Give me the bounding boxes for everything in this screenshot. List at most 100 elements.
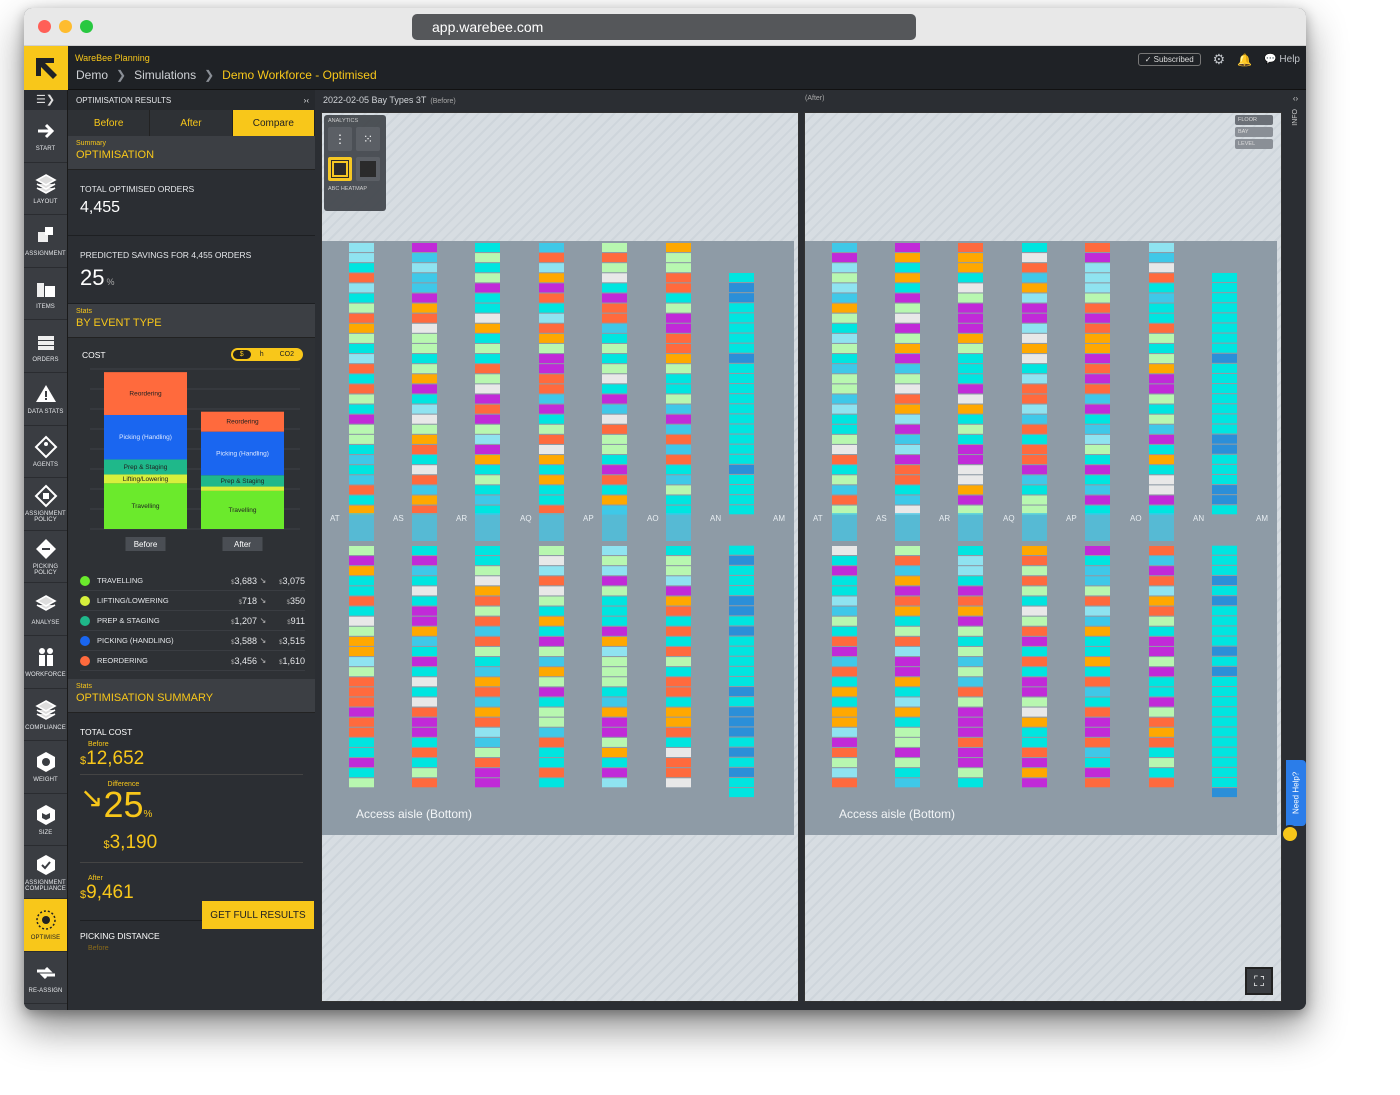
bay-cell[interactable] xyxy=(1022,434,1047,444)
bay-cell[interactable] xyxy=(1149,707,1174,717)
bay-cell[interactable] xyxy=(832,364,857,374)
bay-cell[interactable] xyxy=(832,768,857,778)
bay-cell[interactable] xyxy=(539,374,564,384)
bay-cell[interactable] xyxy=(729,303,754,313)
bay-cell[interactable] xyxy=(1149,596,1174,606)
bay-cell[interactable] xyxy=(1149,323,1174,333)
bay-cell[interactable] xyxy=(475,697,500,707)
bay-cell[interactable] xyxy=(412,424,437,434)
bay-cell[interactable] xyxy=(475,758,500,768)
bay-cell[interactable] xyxy=(349,616,374,626)
maximize-window-button[interactable] xyxy=(80,20,93,33)
bay-cell[interactable] xyxy=(539,394,564,404)
bay-cell[interactable] xyxy=(1085,283,1110,293)
bay-cell[interactable] xyxy=(895,626,920,636)
bay-cell[interactable] xyxy=(1149,485,1174,495)
rail-item-data-stats[interactable]: DATA STATS xyxy=(24,373,67,426)
bay-cell[interactable] xyxy=(1149,475,1174,485)
bay-cell[interactable] xyxy=(412,758,437,768)
bay-cell[interactable] xyxy=(475,586,500,596)
bay-cell[interactable] xyxy=(1212,636,1237,646)
bay-cell[interactable] xyxy=(1085,556,1110,566)
bay-cell[interactable] xyxy=(475,344,500,353)
bay-cell[interactable] xyxy=(895,606,920,616)
bay-cell[interactable] xyxy=(1149,364,1174,374)
bay-cell[interactable] xyxy=(729,646,754,656)
bay-cell[interactable] xyxy=(729,424,754,434)
bay-cell[interactable] xyxy=(1149,374,1174,384)
bay-cell[interactable] xyxy=(475,616,500,626)
bay-cell[interactable] xyxy=(895,566,920,576)
help-button[interactable]: 💬 Help xyxy=(1264,54,1300,65)
bay-cell[interactable] xyxy=(1085,293,1110,303)
bay-cell[interactable] xyxy=(1149,717,1174,727)
bay-cell[interactable] xyxy=(895,243,920,252)
bay-cell[interactable] xyxy=(1085,313,1110,323)
bay-cell[interactable] xyxy=(539,495,564,505)
bay-cell[interactable] xyxy=(602,253,627,263)
bay-cell[interactable] xyxy=(1149,616,1174,626)
bay-cell[interactable] xyxy=(832,475,857,485)
bay-cell[interactable] xyxy=(1085,606,1110,616)
rail-item-size[interactable]: SIZE xyxy=(24,794,67,847)
bay-cell[interactable] xyxy=(349,596,374,606)
bay-cell[interactable] xyxy=(666,566,691,576)
bay-cell[interactable] xyxy=(895,475,920,485)
bay-cell[interactable] xyxy=(729,576,754,585)
bay-cell[interactable] xyxy=(539,657,564,667)
bay-cell[interactable] xyxy=(1022,364,1047,374)
bay-cell[interactable] xyxy=(412,465,437,475)
bay-cell[interactable] xyxy=(1022,717,1047,727)
tab-after[interactable]: After xyxy=(150,110,233,136)
bay-cell[interactable] xyxy=(412,586,437,596)
bay-cell[interactable] xyxy=(349,768,374,778)
rail-item-optimise[interactable]: OPTIMISE xyxy=(24,898,67,952)
bay-cell[interactable] xyxy=(1212,565,1237,575)
bay-cell[interactable] xyxy=(1149,667,1174,677)
bay-cell[interactable] xyxy=(1212,495,1237,505)
bay-cell[interactable] xyxy=(1212,485,1237,495)
bay-cell[interactable] xyxy=(958,434,983,444)
bay-cell[interactable] xyxy=(349,283,374,293)
bay-cell[interactable] xyxy=(349,354,374,364)
bay-cell[interactable] xyxy=(1022,384,1047,394)
bay-cell[interactable] xyxy=(1085,263,1110,273)
bay-cell[interactable] xyxy=(666,293,691,303)
bay-cell[interactable] xyxy=(832,384,857,394)
bay-cell[interactable] xyxy=(958,778,983,788)
bay-cell[interactable] xyxy=(958,333,983,343)
menu-toggle-icon[interactable]: ☰❯ xyxy=(24,90,67,110)
bay-cell[interactable] xyxy=(349,243,374,252)
bay-cell[interactable] xyxy=(729,394,754,404)
bay-cell[interactable] xyxy=(1085,485,1110,495)
bay-cell[interactable] xyxy=(832,586,857,596)
rail-item-agents[interactable]: AGENTS xyxy=(24,426,67,479)
bay-cell[interactable] xyxy=(539,313,564,323)
bay-cell[interactable] xyxy=(539,606,564,616)
bay-cell[interactable] xyxy=(1022,647,1047,656)
bay-cell[interactable] xyxy=(832,657,857,667)
bay-cell[interactable] xyxy=(895,647,920,656)
bay-cell[interactable] xyxy=(602,344,627,353)
bay-cell[interactable] xyxy=(539,596,564,606)
bay-cell[interactable] xyxy=(412,354,437,364)
bay-cell[interactable] xyxy=(1085,768,1110,778)
bay-cell[interactable] xyxy=(729,495,754,505)
bay-cell[interactable] xyxy=(1022,616,1047,626)
bay-cell[interactable] xyxy=(1085,727,1110,737)
bay-cell[interactable] xyxy=(412,485,437,495)
bay-cell[interactable] xyxy=(1149,697,1174,707)
bay-cell[interactable] xyxy=(475,333,500,343)
bay-cell[interactable] xyxy=(1022,485,1047,495)
bay-cell[interactable] xyxy=(1085,303,1110,313)
bay-cell[interactable] xyxy=(666,253,691,263)
bay-cell[interactable] xyxy=(666,313,691,323)
fit-to-screen-icon[interactable]: ⛶ xyxy=(1245,967,1273,995)
bay-cell[interactable] xyxy=(1022,243,1047,252)
bay-cell[interactable] xyxy=(1085,273,1110,283)
bay-cell[interactable] xyxy=(958,253,983,263)
bay-cell[interactable] xyxy=(895,768,920,778)
bay-cell[interactable] xyxy=(412,687,437,697)
bay-cell[interactable] xyxy=(1022,344,1047,353)
bay-cell[interactable] xyxy=(729,707,754,717)
